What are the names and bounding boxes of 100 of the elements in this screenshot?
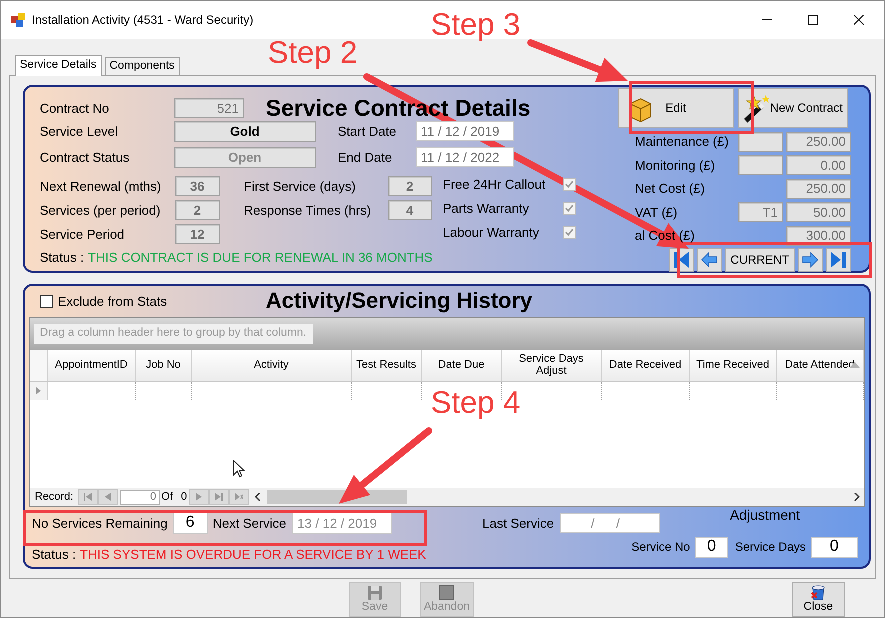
tab[interactable]: Service Details (15, 55, 102, 76)
column-header[interactable]: AppointmentID (48, 350, 136, 381)
read-only-field: T1 (738, 202, 783, 222)
read-only-field: 250.00 (786, 178, 851, 199)
read-only-field: 521 (174, 98, 244, 118)
field-label: Contract No (40, 102, 110, 114)
field-label: No Services Remaining (32, 516, 168, 530)
record-label: Record: (35, 492, 74, 503)
date-field[interactable]: 13 / 12 / 2019 (292, 512, 392, 534)
field-label: Service No (632, 541, 690, 554)
field-label: Next Service (212, 516, 287, 530)
new-contract-button[interactable]: New Contract (738, 88, 848, 128)
scroll-left-icon[interactable] (255, 493, 262, 502)
close-icon (854, 15, 864, 25)
left-arrow-icon (701, 252, 718, 268)
first-button[interactable] (78, 489, 98, 506)
date-field[interactable]: / / (560, 513, 660, 534)
number-field[interactable]: 0 (811, 536, 858, 558)
field-label: Contract Status (40, 150, 131, 164)
panel-title: Activity/Servicing History (266, 290, 533, 312)
previous-button[interactable] (98, 489, 118, 506)
read-only-field: Open (174, 146, 316, 168)
field-label: First Service (days) (244, 180, 357, 192)
last-record-button[interactable] (826, 248, 851, 272)
read-only-field: 250.00 (786, 132, 851, 152)
status-message: THIS CONTRACT IS DUE FOR RENEWAL IN 36 MONTHS (88, 251, 433, 264)
previous-record-button[interactable] (697, 248, 722, 272)
check-icon (565, 180, 574, 188)
read-only-field: 2 (388, 176, 432, 196)
record-of-label: Of (162, 492, 174, 503)
number-field[interactable]: 0 (695, 536, 728, 558)
read-only-field: 36 (175, 176, 220, 196)
column-header[interactable]: Job No (136, 350, 192, 381)
column-header[interactable]: Service Days Adjust (502, 350, 602, 381)
field-label: Monitoring (£) (634, 158, 716, 172)
step-label: Step 4 (431, 387, 521, 418)
skip-first-icon (673, 250, 690, 268)
column-header[interactable]: Activity (192, 350, 352, 381)
next-icon (194, 492, 204, 502)
app-icon (11, 13, 25, 27)
skip-last-icon (830, 250, 847, 268)
date-field[interactable]: 11 / 12 / 2022 (416, 147, 514, 167)
right-arrow-icon (802, 252, 819, 268)
field-label: Start Date (338, 124, 398, 138)
status-label: Status : (40, 251, 84, 264)
read-only-field: 4 (388, 200, 432, 220)
maximize-icon (808, 15, 818, 25)
field-label: End Date (338, 150, 394, 164)
window-title: Installation Activity (4531 - Ward Security) (32, 12, 254, 29)
date-field[interactable]: 11 / 12 / 2019 (416, 121, 514, 141)
checkbox-label: Exclude from Stats (58, 294, 168, 308)
field-label: Next Renewal (mths) (40, 180, 162, 192)
triangle-icon (36, 386, 41, 395)
field-label: Net Cost (£) (634, 182, 706, 196)
column-header[interactable]: Date Received (602, 350, 690, 381)
scroll-right-icon[interactable] (854, 493, 860, 502)
last-icon (214, 492, 224, 502)
edit-button[interactable]: Edit (618, 88, 734, 128)
new-record-icon (234, 492, 244, 502)
field-label: Parts Warranty (443, 202, 530, 214)
first-icon (82, 492, 93, 502)
field-label: Last Service (482, 516, 554, 530)
field-label: Response Times (hrs) (244, 204, 372, 216)
toolbar-button[interactable]: Close (792, 582, 845, 616)
checkbox[interactable] (40, 294, 53, 308)
group-by-hint: Drag a column header here to group by that column. (34, 324, 313, 344)
read-only-field: 50.00 (786, 202, 851, 222)
next-button[interactable] (189, 489, 210, 506)
read-only-field: 12 (175, 224, 220, 244)
tab[interactable]: Components (104, 57, 180, 75)
check-icon (565, 228, 574, 236)
status-label: Status : (32, 548, 76, 561)
column-header[interactable]: Test Results (352, 350, 422, 381)
bin-icon (810, 584, 827, 602)
field-label: Services (per period) (40, 204, 162, 216)
count-field[interactable]: 6 (172, 512, 208, 534)
last-button[interactable] (209, 489, 230, 506)
square-icon (439, 584, 455, 601)
new-record-button[interactable] (229, 489, 250, 506)
empty-field (738, 132, 783, 152)
column-header[interactable]: Time Received (690, 350, 777, 381)
status-message: THIS SYSTEM IS OVERDUE FOR A SERVICE BY 1 WEEK (80, 548, 426, 561)
read-only-field: 2 (175, 200, 220, 220)
read-only-field: Gold (174, 120, 316, 142)
field-label: Service Period (40, 228, 126, 240)
field-label: Free 24Hr Callout (443, 178, 547, 190)
column-header[interactable]: Date Due (422, 350, 502, 381)
read-only-field: 0.00 (786, 155, 851, 176)
empty-field (738, 155, 783, 176)
mouse-cursor-icon (233, 460, 245, 478)
magic-wand-icon (742, 94, 772, 124)
record-position-field[interactable]: 0 (120, 490, 160, 505)
current-record-button[interactable]: CURRENT (725, 248, 795, 272)
next-record-button[interactable] (798, 248, 823, 272)
field-label: Service Days (735, 541, 806, 554)
field-label: VAT (£) (634, 206, 679, 219)
field-label: Labour Warranty (443, 226, 540, 238)
step-label: Step 2 (268, 37, 358, 68)
adjustment-title: Adjustment (730, 508, 800, 522)
step-label: Step 3 (431, 9, 521, 40)
